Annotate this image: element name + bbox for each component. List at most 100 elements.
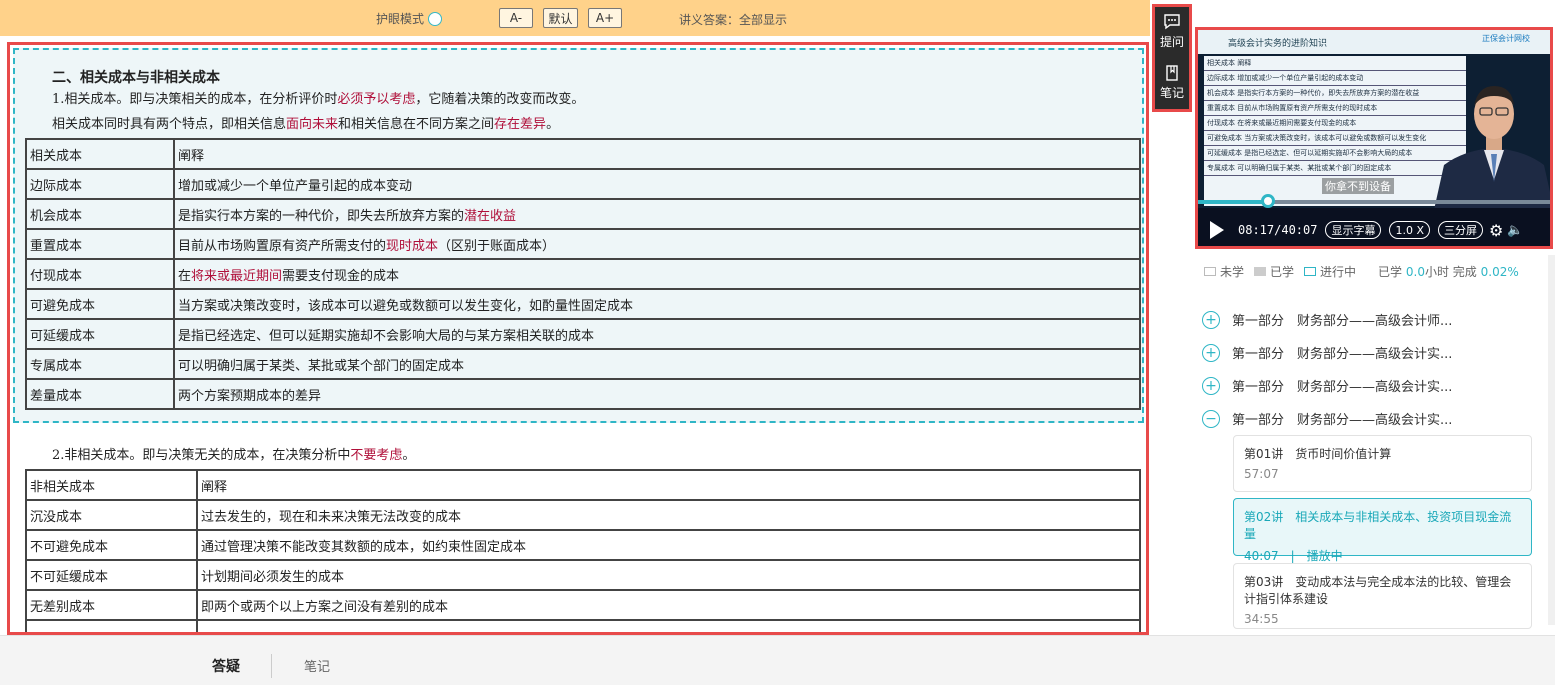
desc-cell: 当方案或决策改变时，该成本可以避免或数额可以发生变化，如酌量性固定成本	[173, 288, 1141, 320]
font-increase-button[interactable]: A+	[588, 8, 622, 28]
study-status-legend: 未学 已学 进行中 已学 0.0小时 完成 0.02%	[1204, 263, 1519, 280]
speed-button[interactable]: 1.0 X	[1389, 221, 1431, 239]
desc-cell	[196, 619, 1141, 632]
table-row: 重置成本 目前从市场购置原有资产所需支付的现时成本（区别于账面成本）	[25, 228, 1141, 260]
answer-mode-selector[interactable]: 讲义答案：全部显示	[679, 11, 787, 28]
chapter-item[interactable]: + 第一部分 财务部分——高级会计实...	[1202, 376, 1452, 395]
bottom-tab-bar: 答疑 笔记	[0, 635, 1555, 685]
term-cell	[25, 619, 198, 632]
term-cell: 边际成本	[25, 168, 175, 200]
table-row: 不可延缓成本 计划期间必须发生的成本	[25, 559, 1141, 591]
collapse-minus-icon[interactable]: −	[1202, 409, 1220, 428]
eye-mode-radio-icon[interactable]	[428, 11, 443, 26]
table-header-row: 相关成本 阐释	[25, 138, 1141, 170]
emphasis-text: 面向未来	[286, 117, 339, 132]
table-row: 不可避免成本 通过管理决策不能改变其数额的成本，如约束性固定成本	[25, 529, 1141, 561]
term-cell: 可延缓成本	[25, 318, 175, 350]
eye-mode-toggle[interactable]: 护眼模式	[376, 10, 443, 27]
study-stats: 已学 0.0小时 完成 0.02%	[1378, 265, 1519, 279]
slide-row: 相关成本 阐释	[1204, 56, 1466, 71]
table-row: 可避免成本 当方案或决策改变时，该成本可以避免或数额可以发生变化，如酌量性固定成本	[25, 288, 1141, 320]
font-default-button[interactable]: 默认	[543, 8, 578, 28]
slide-row: 边际成本 增加或减少一个单位产量引起的成本变动	[1204, 71, 1466, 86]
lecture-duration: 57:07	[1244, 467, 1279, 481]
paragraph-relevant-features: 相关成本同时具有两个特点，即相关信息面向未来和相关信息在不同方案之间存在差异。	[52, 117, 560, 132]
gear-icon[interactable]: ⚙	[1489, 221, 1503, 240]
subtitles-button[interactable]: 显示字幕	[1325, 221, 1382, 239]
tab-notes[interactable]: 笔记	[304, 656, 330, 675]
desc-cell: 过去发生的，现在和未来决策无法改变的成本	[196, 499, 1141, 531]
desc-cell: 通过管理决策不能改变其数额的成本，如约束性固定成本	[196, 529, 1141, 561]
lecture-duration-status: 40:07 | 播放中	[1244, 549, 1343, 563]
volume-icon[interactable]: 🔈	[1507, 223, 1523, 238]
term-cell: 机会成本	[25, 198, 175, 230]
chapter-item[interactable]: + 第一部分 财务部分——高级会计实...	[1202, 343, 1452, 362]
chapter-item[interactable]: − 第一部分 财务部分——高级会计实...	[1202, 409, 1452, 428]
desc-cell: 计划期间必须发生的成本	[196, 559, 1141, 591]
desc-cell: 即两个或两个以上方案之间没有差别的成本	[196, 589, 1141, 621]
paragraph-relevant-cost: 1.相关成本。即与决策相关的成本，在分析评价时必须予以考虑，它随着决策的改变而改…	[52, 92, 585, 107]
table-row: 无差别成本 即两个或两个以上方案之间没有差别的成本	[25, 589, 1141, 621]
slide-row: 付现成本 在将来或最近期间需要支付现金的成本	[1204, 116, 1466, 131]
term-cell: 不可避免成本	[25, 529, 198, 561]
play-icon[interactable]	[1210, 221, 1224, 239]
video-progress-bar[interactable]	[1198, 200, 1550, 204]
video-player[interactable]: 高级会计实务的进阶知识 正保会计网校 相关成本 阐释 边际成本 增加或减少一个单…	[1195, 27, 1553, 249]
paragraph-irrelevant-cost: 2.非相关成本。即与决策无关的成本，在决策分析中不要考虑。	[52, 448, 416, 463]
chapter-label: 第一部分 财务部分——高级会计师...	[1232, 314, 1453, 329]
term-cell: 可避免成本	[25, 288, 175, 320]
sidebar-scrollbar[interactable]	[1548, 255, 1555, 625]
relevant-cost-table: 相关成本 阐释 边际成本 增加或减少一个单位产量引起的成本变动 机会成本 是指实行本…	[25, 138, 1141, 410]
table-row: 机会成本 是指实行本方案的一种代价，即失去所放弃方案的潜在收益	[25, 198, 1141, 230]
layout-button[interactable]: 三分屏	[1438, 221, 1484, 239]
slide-row: 可延缓成本 是指已经选定、但可以延期实施却不会影响大局的成本	[1204, 146, 1466, 161]
term-cell: 专属成本	[25, 348, 175, 380]
slide-row: 可避免成本 当方案或决策改变时，该成本可以避免或数额可以发生变化	[1204, 131, 1466, 146]
emphasis-text: 必须予以考虑	[337, 92, 416, 107]
expand-plus-icon[interactable]: +	[1202, 376, 1220, 395]
font-decrease-button[interactable]: A-	[499, 8, 533, 28]
expand-plus-icon[interactable]: +	[1202, 343, 1220, 362]
not-studied-swatch	[1204, 267, 1216, 276]
desc-cell: 是指实行本方案的一种代价，即失去所放弃方案的潜在收益	[173, 198, 1141, 230]
desc-cell: 可以明确归属于某类、某批或某个部门的固定成本	[173, 348, 1141, 380]
section-title: 二、相关成本与非相关成本	[52, 70, 220, 86]
lecture-item[interactable]: 第01讲 货币时间价值计算 57:07	[1233, 435, 1532, 492]
legend-in-progress: 进行中	[1304, 263, 1356, 280]
desc-cell: 目前从市场购置原有资产所需支付的现时成本（区别于账面成本）	[173, 228, 1141, 260]
table-row: 边际成本 增加或减少一个单位产量引起的成本变动	[25, 168, 1141, 200]
lecture-item[interactable]: 第03讲 变动成本法与完全成本法的比较、管理会计指引体系建设 34:55	[1233, 563, 1532, 629]
ask-question-button[interactable]: 提问	[1160, 13, 1184, 58]
slide-header: 高级会计实务的进阶知识 正保会计网校	[1198, 30, 1550, 54]
term-cell: 无差别成本	[25, 589, 198, 621]
desc-cell: 增加或减少一个单位产量引起的成本变动	[173, 168, 1141, 200]
tab-qa[interactable]: 答疑	[212, 656, 240, 676]
table-header-row: 非相关成本 阐释	[25, 469, 1141, 501]
brand-logo: 正保会计网校	[1482, 34, 1530, 43]
in-progress-swatch	[1304, 267, 1317, 276]
slide-row: 机会成本 是指实行本方案的一种代价，即失去所放弃方案的潜在收益	[1204, 86, 1466, 101]
term-cell: 重置成本	[25, 228, 175, 260]
table-header-cell: 非相关成本	[25, 469, 198, 501]
irrelevant-cost-table: 非相关成本 阐释 沉没成本 过去发生的，现在和未来决策无法改变的成本 不可避免成本…	[25, 469, 1141, 632]
slide-row: 专属成本 可以明确归属于某类、某批或某个部门的固定成本	[1204, 161, 1466, 176]
term-cell: 差量成本	[25, 378, 175, 410]
chapter-item[interactable]: + 第一部分 财务部分——高级会计师...	[1202, 310, 1452, 329]
table-header-cell: 相关成本	[25, 138, 175, 170]
chat-bubble-icon	[1164, 14, 1180, 30]
chapter-label: 第一部分 财务部分——高级会计实...	[1232, 347, 1453, 362]
eye-mode-label: 护眼模式	[376, 12, 425, 26]
table-row: 沉没成本 过去发生的，现在和未来决策无法改变的成本	[25, 499, 1141, 531]
expand-plus-icon[interactable]: +	[1202, 310, 1220, 329]
legend-not-studied: 未学	[1204, 263, 1244, 280]
desc-cell: 是指已经选定、但可以延期实施却不会影响大局的与某方案相关联的成本	[173, 318, 1141, 350]
lecture-item-active[interactable]: 第02讲 相关成本与非相关成本、投资项目现金流量 40:07 | 播放中	[1233, 498, 1532, 563]
chapter-label: 第一部分 财务部分——高级会计实...	[1232, 380, 1453, 395]
table-row: 可延缓成本 是指已经选定、但可以延期实施却不会影响大局的与某方案相关联的成本	[25, 318, 1141, 350]
lecture-duration: 34:55	[1244, 612, 1279, 626]
presenter-figure	[1434, 86, 1550, 210]
table-row: 差量成本 两个方案预期成本的差异	[25, 378, 1141, 410]
notes-button[interactable]: 笔记	[1160, 64, 1184, 109]
lecture-title: 第02讲 相关成本与非相关成本、投资项目现金流量	[1244, 510, 1512, 541]
term-cell: 付现成本	[25, 258, 175, 290]
